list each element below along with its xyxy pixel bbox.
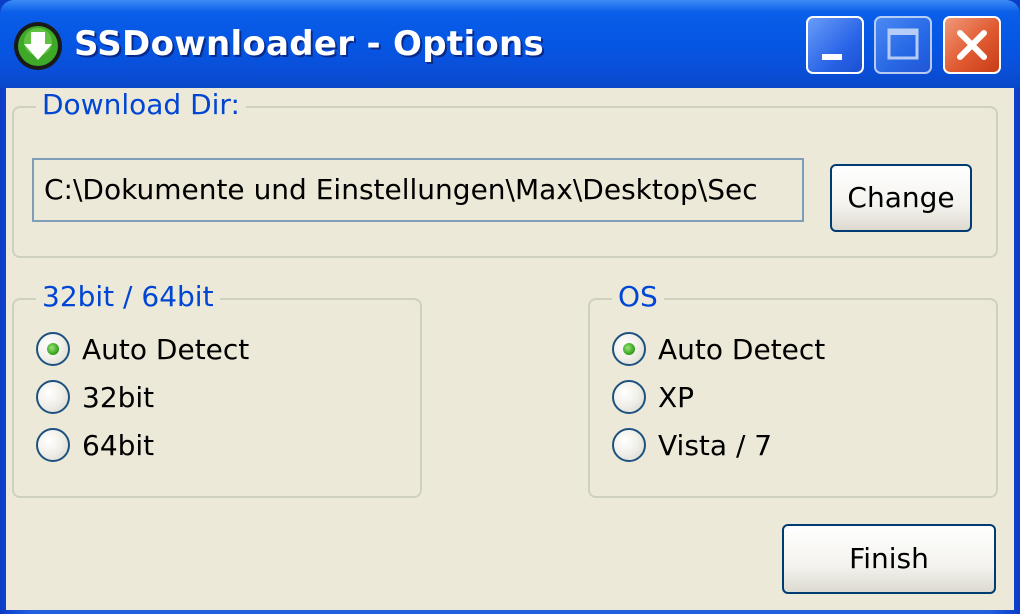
radio-label: 64bit (82, 428, 155, 462)
os-option-vista-7[interactable]: Vista / 7 (612, 424, 772, 466)
finish-button[interactable]: Finish (782, 524, 996, 594)
os-option-auto-detect[interactable]: Auto Detect (612, 328, 825, 370)
minimize-button[interactable] (806, 16, 864, 74)
maximize-button[interactable] (874, 16, 932, 74)
download-path-field[interactable]: C:\Dokumente und Einstellungen\Max\Deskt… (32, 158, 804, 222)
maximize-icon (887, 28, 919, 60)
close-icon (957, 30, 987, 60)
radio-button-checked[interactable] (36, 332, 70, 366)
bits-group: 32bit / 64bit Auto Detect 32bit 64bit (12, 280, 422, 498)
dialog-client-area: Download Dir: C:\Dokumente und Einstellu… (6, 88, 1014, 610)
os-group-label: OS (612, 280, 664, 314)
bits-option-64bit[interactable]: 64bit (36, 424, 154, 466)
radio-label: Auto Detect (82, 332, 250, 366)
bits-option-auto-detect[interactable]: Auto Detect (36, 328, 249, 370)
window-title: SSDownloader - Options (74, 24, 545, 64)
radio-label: XP (658, 380, 695, 414)
radio-button[interactable] (36, 428, 70, 462)
radio-button[interactable] (612, 380, 646, 414)
bits-group-label: 32bit / 64bit (36, 280, 220, 314)
download-dir-label: Download Dir: (36, 88, 246, 122)
os-group: OS Auto Detect XP Vista / 7 (588, 280, 998, 498)
radio-label: Vista / 7 (658, 428, 773, 462)
os-option-xp[interactable]: XP (612, 376, 694, 418)
options-window: SSDownloader - Options Download Dir: C:\… (0, 0, 1020, 614)
radio-label: Auto Detect (658, 332, 826, 366)
minimize-icon (822, 54, 842, 60)
radio-button-checked[interactable] (612, 332, 646, 366)
change-button[interactable]: Change (830, 164, 972, 232)
radio-button[interactable] (612, 428, 646, 462)
title-bar[interactable]: SSDownloader - Options (0, 0, 1020, 88)
download-arrow-icon (12, 20, 64, 72)
radio-label: 32bit (82, 380, 155, 414)
radio-button[interactable] (36, 380, 70, 414)
bits-option-32bit[interactable]: 32bit (36, 376, 154, 418)
close-button[interactable] (943, 16, 1001, 74)
